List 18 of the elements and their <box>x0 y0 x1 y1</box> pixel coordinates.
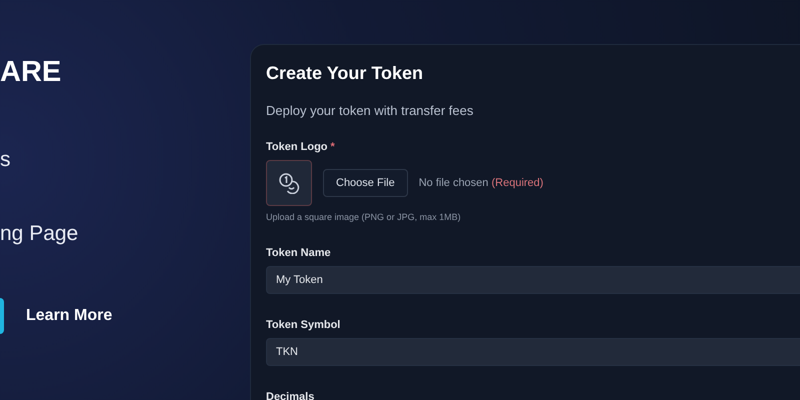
field-label: Token Logo * <box>266 141 335 153</box>
coins-icon <box>278 172 300 194</box>
form-title: Create Your Token <box>266 62 424 85</box>
logo-upload-preview[interactable] <box>266 160 312 206</box>
form-subtitle: Deploy your token with transfer fees <box>266 103 474 118</box>
logo-text: ARE <box>0 55 62 90</box>
choose-file-button[interactable]: Choose File <box>323 169 408 197</box>
text-input[interactable]: My Token <box>266 266 800 294</box>
learn-more-button[interactable]: Learn More <box>26 307 112 325</box>
upload-hint: Upload a square image (PNG or JPG, max 1MB) <box>266 212 461 222</box>
field-label: Token Symbol <box>266 319 340 331</box>
text-input[interactable]: TKN <box>266 338 800 366</box>
field-label: Decimals <box>266 391 314 400</box>
field-label: Token Name <box>266 247 331 259</box>
file-status-text: No file chosen (Required) <box>418 177 544 189</box>
nav-link[interactable]: ng Page <box>0 220 78 248</box>
nav-link[interactable]: s <box>0 146 10 174</box>
primary-button-edge[interactable] <box>0 298 4 334</box>
